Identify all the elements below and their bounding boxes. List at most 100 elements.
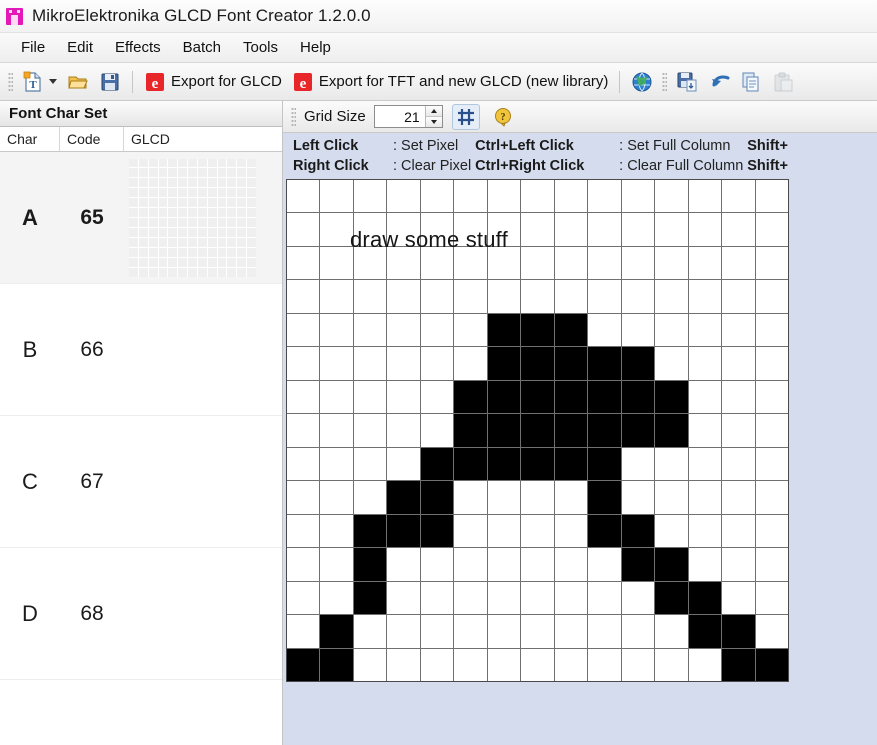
pixel-cell[interactable] <box>454 581 487 615</box>
pixel-cell[interactable] <box>420 246 454 280</box>
pixel-cell[interactable] <box>755 313 788 347</box>
pixel-cell[interactable] <box>487 246 521 280</box>
pixel-cell[interactable] <box>420 213 454 246</box>
pixel-cell[interactable] <box>755 246 788 280</box>
pixel-cell[interactable] <box>287 648 320 681</box>
pixel-cell[interactable] <box>655 447 688 481</box>
pixel-cell[interactable] <box>554 581 588 615</box>
menu-tools[interactable]: Tools <box>232 36 289 59</box>
pixel-cell[interactable] <box>420 280 454 313</box>
pixel-cell[interactable] <box>521 180 554 213</box>
pixel-cell[interactable] <box>353 648 387 681</box>
pixel-cell[interactable] <box>353 447 387 481</box>
pixel-cell[interactable] <box>655 414 688 447</box>
pixel-cell[interactable] <box>655 347 688 380</box>
pixel-cell[interactable] <box>521 347 554 380</box>
pixel-cell[interactable] <box>588 180 621 213</box>
pixel-cell[interactable] <box>521 581 554 615</box>
pixel-cell[interactable] <box>487 447 521 481</box>
pixel-cell[interactable] <box>621 313 655 347</box>
pixel-cell[interactable] <box>320 213 353 246</box>
pixel-cell[interactable] <box>487 180 521 213</box>
pixel-cell[interactable] <box>487 347 521 380</box>
pixel-cell[interactable] <box>688 213 722 246</box>
pixel-cell[interactable] <box>521 313 554 347</box>
pixel-cell[interactable] <box>688 246 722 280</box>
pixel-cell[interactable] <box>287 280 320 313</box>
pixel-cell[interactable] <box>487 615 521 648</box>
pixel-cell[interactable] <box>521 514 554 548</box>
pixel-cell[interactable] <box>521 380 554 414</box>
pixel-cell[interactable] <box>588 648 621 681</box>
pixel-cell[interactable] <box>420 514 454 548</box>
pixel-cell[interactable] <box>454 380 487 414</box>
pixel-cell[interactable] <box>688 447 722 481</box>
toggle-grid-button[interactable] <box>451 103 480 130</box>
pixel-cell[interactable] <box>655 246 688 280</box>
pixel-cell[interactable] <box>387 548 420 581</box>
pixel-cell[interactable] <box>320 280 353 313</box>
pixel-cell[interactable] <box>621 581 655 615</box>
pixel-cell[interactable] <box>320 313 353 347</box>
pixel-cell[interactable] <box>588 246 621 280</box>
pixel-cell[interactable] <box>353 180 387 213</box>
pixel-cell[interactable] <box>353 347 387 380</box>
pixel-cell[interactable] <box>621 447 655 481</box>
pixel-cell[interactable] <box>454 414 487 447</box>
pixel-cell[interactable] <box>487 313 521 347</box>
pixel-cell[interactable] <box>755 347 788 380</box>
pixel-cell[interactable] <box>454 347 487 380</box>
pixel-cell[interactable] <box>722 548 755 581</box>
pixel-cell[interactable] <box>287 313 320 347</box>
pixel-cell[interactable] <box>387 481 420 514</box>
pixel-cell[interactable] <box>588 213 621 246</box>
pixel-cell[interactable] <box>588 514 621 548</box>
pixel-cell[interactable] <box>588 581 621 615</box>
open-button[interactable] <box>62 67 94 97</box>
save-button[interactable] <box>94 67 126 97</box>
pixel-cell[interactable] <box>420 380 454 414</box>
pixel-cell[interactable] <box>588 347 621 380</box>
pixel-cell[interactable] <box>722 581 755 615</box>
pixel-cell[interactable] <box>655 213 688 246</box>
pixel-cell[interactable] <box>655 180 688 213</box>
pixel-cell[interactable] <box>387 581 420 615</box>
toolbar-grip[interactable] <box>8 71 13 92</box>
pixel-cell[interactable] <box>688 414 722 447</box>
pixel-cell[interactable] <box>655 313 688 347</box>
pixel-cell[interactable] <box>287 615 320 648</box>
pixel-cell[interactable] <box>320 180 353 213</box>
pixel-cell[interactable] <box>722 514 755 548</box>
export-glcd-button[interactable]: e Export for GLCD <box>139 67 287 97</box>
pixel-cell[interactable] <box>688 648 722 681</box>
pixel-cell[interactable] <box>287 548 320 581</box>
pixel-cell[interactable] <box>755 380 788 414</box>
pixel-cell[interactable] <box>387 313 420 347</box>
undo-button[interactable] <box>703 67 735 97</box>
pixel-cell[interactable] <box>287 180 320 213</box>
pixel-cell[interactable] <box>353 615 387 648</box>
pixel-cell[interactable] <box>655 648 688 681</box>
pixel-cell[interactable] <box>688 548 722 581</box>
pixel-cell[interactable] <box>487 548 521 581</box>
grid-size-input[interactable] <box>374 106 425 127</box>
pixel-cell[interactable] <box>621 615 655 648</box>
pixel-cell[interactable] <box>688 180 722 213</box>
web-button[interactable] <box>626 67 658 97</box>
menu-file[interactable]: File <box>10 36 56 59</box>
pixel-cell[interactable] <box>353 313 387 347</box>
pixel-cell[interactable] <box>755 548 788 581</box>
pixel-cell[interactable] <box>287 481 320 514</box>
pixel-cell[interactable] <box>387 380 420 414</box>
menu-effects[interactable]: Effects <box>104 36 172 59</box>
table-row[interactable]: B 66 <box>0 284 282 416</box>
pixel-cell[interactable] <box>554 380 588 414</box>
save-as-button[interactable] <box>671 67 703 97</box>
pixel-cell[interactable] <box>588 380 621 414</box>
pixel-cell[interactable] <box>755 213 788 246</box>
pixel-cell[interactable] <box>320 414 353 447</box>
pixel-cell[interactable] <box>521 447 554 481</box>
pixel-cell[interactable] <box>554 648 588 681</box>
pixel-cell[interactable] <box>353 514 387 548</box>
pixel-cell[interactable] <box>621 648 655 681</box>
